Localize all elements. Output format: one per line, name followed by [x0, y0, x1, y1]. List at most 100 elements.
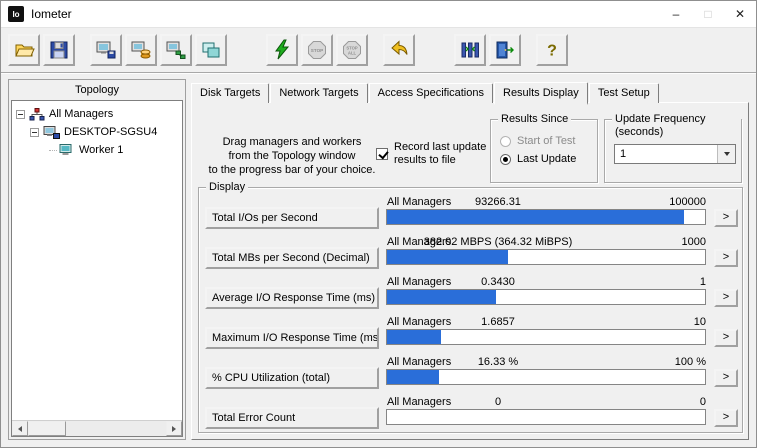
horizontal-scrollbar[interactable]: [12, 420, 182, 436]
about-help-button[interactable]: ?: [536, 34, 568, 66]
expand-row-button[interactable]: >: [714, 249, 738, 267]
record-results-checkbox-row[interactable]: Record last update results to file: [376, 141, 496, 167]
metric-max: 100000: [669, 196, 706, 208]
chevron-down-icon: [724, 152, 730, 156]
svg-text:?: ?: [547, 43, 557, 60]
expand-row-button[interactable]: >: [714, 369, 738, 387]
tab-strip: Disk Targets Network Targets Access Spec…: [191, 79, 749, 103]
metric-select-button[interactable]: Total MBs per Second (Decimal): [205, 247, 379, 269]
left-arrow-icon: [18, 426, 22, 432]
radio-label: Last Update: [517, 153, 576, 165]
progress-bar: [386, 249, 706, 265]
metric-value: 0.3430: [418, 276, 578, 288]
new-manager-button[interactable]: [90, 34, 122, 66]
close-button[interactable]: ✕: [724, 1, 756, 27]
metric-value: 382.02 MBPS (364.32 MiBPS): [418, 236, 578, 248]
metric-select-button[interactable]: Average I/O Response Time (ms): [205, 287, 379, 309]
worker-computer-icon: [59, 144, 75, 156]
exchange-columns-button[interactable]: [454, 34, 486, 66]
metric-select-button[interactable]: Maximum I/O Response Time (ms): [205, 327, 379, 349]
tab-access-specifications[interactable]: Access Specifications: [369, 83, 493, 103]
tab-network-targets[interactable]: Network Targets: [270, 83, 367, 103]
start-tests-button[interactable]: [266, 34, 298, 66]
tab-test-setup[interactable]: Test Setup: [589, 83, 659, 103]
progress-fill: [387, 250, 508, 264]
tree-connector: [49, 150, 57, 151]
minimize-button[interactable]: –: [660, 1, 692, 27]
progress-fill: [387, 210, 684, 224]
result-row: Total MBs per Second (Decimal) All Manag…: [205, 236, 738, 274]
open-file-button[interactable]: [8, 34, 40, 66]
checkbox-checked-icon[interactable]: [376, 148, 388, 160]
scroll-left-button[interactable]: [12, 421, 28, 436]
tree-label: Worker 1: [79, 144, 123, 156]
toolbar: STOP STOP ALL: [1, 28, 756, 73]
exit-door-icon: [494, 39, 516, 61]
result-row: Total Error Count All Managers 0 0 >: [205, 396, 738, 434]
duplicate-worker-button[interactable]: [195, 34, 227, 66]
open-folder-icon: [13, 39, 35, 61]
collapse-icon[interactable]: [30, 128, 39, 137]
update-frequency-title: Update Frequency (seconds): [612, 113, 741, 139]
tree-item-all-managers[interactable]: All Managers: [13, 105, 181, 123]
exit-button[interactable]: [489, 34, 521, 66]
update-frequency-dropdown[interactable]: 1: [614, 144, 736, 164]
tree-item-worker[interactable]: Worker 1: [13, 141, 181, 159]
progress-track: All Managers 0.3430 1: [386, 276, 706, 314]
radio-last-update[interactable]: Last Update: [500, 153, 597, 165]
scrollbar-thumb[interactable]: [28, 421, 66, 436]
radio-off-icon[interactable]: [500, 136, 511, 147]
svg-text:STOP: STOP: [311, 48, 323, 53]
expand-row-button[interactable]: >: [714, 209, 738, 227]
columns-arrows-icon: [459, 39, 481, 61]
progress-bar: [386, 329, 706, 345]
metric-select-button[interactable]: Total Error Count: [205, 407, 379, 429]
metric-select-button[interactable]: Total I/Os per Second: [205, 207, 379, 229]
reset-workers-button[interactable]: [383, 34, 415, 66]
metric-select-button[interactable]: % CPU Utilization (total): [205, 367, 379, 389]
stop-sign-icon: STOP: [306, 39, 328, 61]
tab-disk-targets[interactable]: Disk Targets: [191, 83, 269, 103]
radio-start-of-test[interactable]: Start of Test: [500, 135, 597, 147]
record-results-label: Record last update results to file: [394, 141, 486, 167]
progress-track: All Managers 382.02 MBPS (364.32 MiBPS) …: [386, 236, 706, 274]
dropdown-button[interactable]: [717, 145, 735, 163]
progress-fill: [387, 330, 441, 344]
stop-all-tests-button[interactable]: STOP ALL: [336, 34, 368, 66]
expand-row-button[interactable]: >: [714, 329, 738, 347]
metric-max: 1: [700, 276, 706, 288]
titlebar: Io Iometer – □ ✕: [1, 1, 756, 28]
tree-item-manager[interactable]: DESKTOP-SGSU4: [13, 123, 181, 141]
progress-bar: [386, 369, 706, 385]
manager-computer-icon: [43, 126, 60, 139]
progress-track: All Managers 0 0: [386, 396, 706, 434]
scrollbar-track[interactable]: [28, 421, 166, 436]
result-row: % CPU Utilization (total) All Managers 1…: [205, 356, 738, 394]
progress-fill: [387, 290, 496, 304]
stop-test-button[interactable]: STOP: [301, 34, 333, 66]
results-area: Disk Targets Network Targets Access Spec…: [191, 79, 749, 440]
right-arrow-icon: [172, 426, 176, 432]
tab-results-display[interactable]: Results Display: [494, 82, 588, 105]
new-disk-worker-button[interactable]: [125, 34, 157, 66]
topology-title: Topology: [9, 80, 185, 99]
floppy-save-icon: [48, 39, 70, 61]
results-display-panel: Drag managers and workers from the Topol…: [191, 102, 749, 440]
progress-track: All Managers 1.6857 10: [386, 316, 706, 354]
metric-max: 100 %: [675, 356, 706, 368]
expand-row-button[interactable]: >: [714, 289, 738, 307]
metric-max: 1000: [682, 236, 706, 248]
iometer-window: Io Iometer – □ ✕: [0, 0, 757, 448]
expand-row-button[interactable]: >: [714, 409, 738, 427]
display-title: Display: [206, 181, 248, 194]
scroll-right-button[interactable]: [166, 421, 182, 436]
result-row: Total I/Os per Second All Managers 93266…: [205, 196, 738, 234]
maximize-button[interactable]: □: [692, 1, 724, 27]
metric-max: 0: [700, 396, 706, 408]
save-button[interactable]: [43, 34, 75, 66]
new-network-worker-button[interactable]: [160, 34, 192, 66]
tree-label: All Managers: [49, 108, 113, 120]
question-mark-icon: ?: [541, 39, 563, 61]
radio-on-icon[interactable]: [500, 154, 511, 165]
collapse-icon[interactable]: [16, 110, 25, 119]
